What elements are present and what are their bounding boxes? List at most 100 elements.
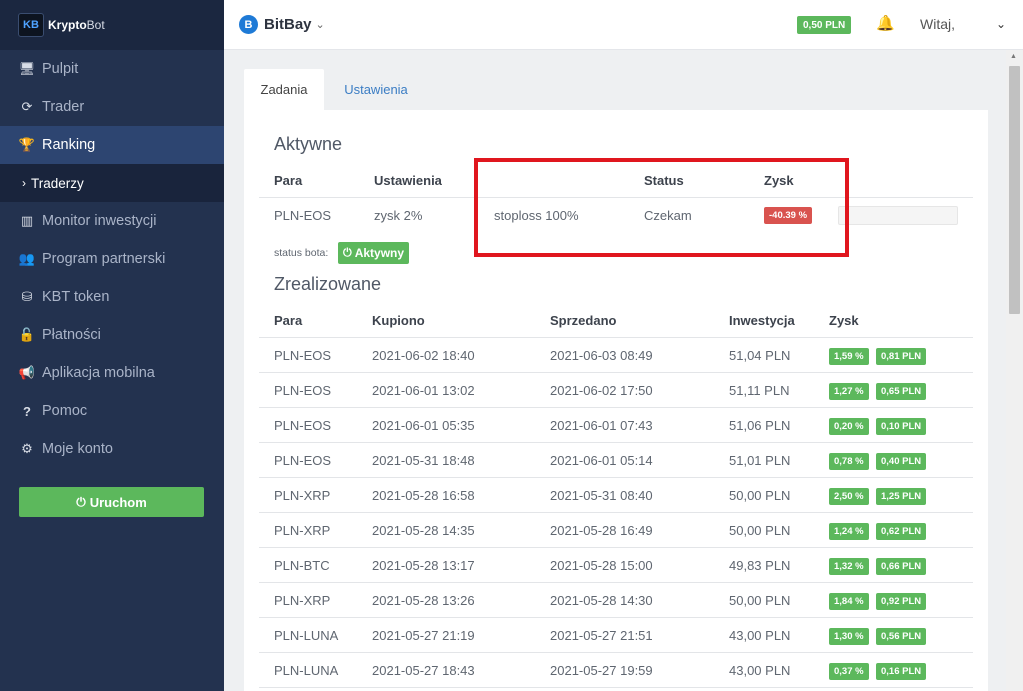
active-settings: zysk 2% <box>374 208 423 223</box>
col-header-investment: Inwestycja <box>729 313 795 328</box>
brand-name: KryptoBot <box>48 18 105 32</box>
cell-sold: 2021-05-31 08:40 <box>550 488 653 503</box>
chevron-down-icon: ⌄ <box>315 19 325 31</box>
cell-investment: 49,83 PLN <box>729 558 791 573</box>
col-header-profit: Zysk <box>829 313 859 328</box>
profit-amount-badge: 0,92 PLN <box>876 593 927 610</box>
profit-amount-badge: 0,10 PLN <box>876 418 927 435</box>
row-divider <box>259 407 973 408</box>
row-divider <box>259 687 973 688</box>
active-pair: PLN-EOS <box>274 208 332 223</box>
profit-percent-badge: 0,37 % <box>829 663 869 680</box>
divider <box>259 337 973 338</box>
cell-sold: 2021-06-01 05:14 <box>550 453 653 468</box>
start-button[interactable]: ⏻ Uruchom <box>19 487 204 517</box>
profit-percent-badge: 1,24 % <box>829 523 869 540</box>
bullhorn-icon: 📢 <box>18 365 36 380</box>
row-divider <box>259 512 973 513</box>
cell-sold: 2021-05-28 16:49 <box>550 523 653 538</box>
cell-bought: 2021-05-28 16:58 <box>372 488 475 503</box>
cell-bought: 2021-05-31 18:48 <box>372 453 475 468</box>
active-progress-bar <box>838 206 958 225</box>
balance-badge[interactable]: 0,50 PLN <box>797 16 852 34</box>
cogs-icon: ⚙ <box>21 441 33 456</box>
bot-status-button[interactable]: ⏻ Aktywny <box>338 242 410 264</box>
profit-percent-badge: 1,27 % <box>829 383 869 400</box>
sidebar-item-ranking[interactable]: 🏆 Ranking <box>0 126 224 164</box>
sidebar-subitem-traderzy[interactable]: › Traderzy <box>0 164 224 202</box>
profit-amount-badge: 0,65 PLN <box>876 383 927 400</box>
cell-investment: 50,00 PLN <box>729 488 791 503</box>
cell-pair: PLN-BTC <box>274 558 330 573</box>
profit-percent-badge: 1,30 % <box>829 628 869 645</box>
cell-pair: PLN-EOS <box>274 383 332 398</box>
profit-amount-badge: 0,66 PLN <box>876 558 927 575</box>
active-title: Aktywne <box>274 134 343 154</box>
sidebar-item-label: Program partnerski <box>42 251 166 267</box>
cell-pair: PLN-EOS <box>274 453 332 468</box>
cell-sold: 2021-06-01 07:43 <box>550 418 653 433</box>
cell-pair: PLN-LUNA <box>274 628 339 643</box>
cell-pair: PLN-LUNA <box>274 663 339 678</box>
monitor-icon: 🖥 <box>18 61 36 76</box>
cell-bought: 2021-05-27 18:43 <box>372 663 475 678</box>
exchange-selector[interactable]: B BitBay ⌄ <box>239 15 325 34</box>
sidebar-item-partner[interactable]: 👥 Program partnerski <box>0 240 224 278</box>
row-divider <box>259 547 973 548</box>
profit-amount-badge: 0,40 PLN <box>876 453 927 470</box>
cell-sold: 2021-06-03 08:49 <box>550 348 653 363</box>
scrollbar-thumb[interactable] <box>1009 66 1020 314</box>
sidebar-item-label: Trader <box>42 99 85 115</box>
cell-pair: PLN-XRP <box>274 523 331 538</box>
brand[interactable]: KB KryptoBot <box>0 0 224 50</box>
cell-sold: 2021-05-27 19:59 <box>550 663 653 678</box>
cell-investment: 50,00 PLN <box>729 523 791 538</box>
profit-percent-badge: 1,32 % <box>829 558 869 575</box>
trophy-icon: 🏆 <box>18 137 36 152</box>
user-greeting[interactable]: Witaj, <box>920 16 955 32</box>
profit-amount-badge: 0,16 PLN <box>876 663 927 680</box>
cell-bought: 2021-06-02 18:40 <box>372 348 475 363</box>
sidebar-item-pulpit[interactable]: 🖥 Pulpit <box>0 50 224 88</box>
cell-bought: 2021-06-01 13:02 <box>372 383 475 398</box>
sidebar-item-label: Monitor inwestycji <box>42 213 157 229</box>
chevron-down-icon[interactable]: ⌄ <box>996 17 1006 31</box>
cell-bought: 2021-05-28 13:26 <box>372 593 475 608</box>
sidebar-item-label: Pomoc <box>42 403 88 419</box>
sidebar-item-monitor[interactable]: ▥ Monitor inwestycji <box>0 202 224 240</box>
bell-icon[interactable]: 🔔 <box>876 14 895 32</box>
tab-zadania[interactable]: Zadania <box>244 69 324 110</box>
sidebar-item-mobile[interactable]: 📢 Aplikacja mobilna <box>0 354 224 392</box>
sidebar-item-account[interactable]: ⚙ Moje konto <box>0 430 224 468</box>
profit-amount-badge: 1,25 PLN <box>876 488 927 505</box>
sidebar-nav: 🖥 Pulpit ⟳ Trader 🏆 Ranking › Traderzy ▥ Moni… <box>0 50 224 468</box>
bot-status-label: status bota: <box>274 247 329 259</box>
tab-ustawienia[interactable]: Ustawienia <box>330 69 422 110</box>
sidebar-item-help[interactable]: ? Pomoc <box>0 392 224 430</box>
cell-investment: 43,00 PLN <box>729 628 791 643</box>
kryptobot-logo-icon: KB <box>18 13 44 37</box>
scroll-up-arrow-icon[interactable]: ▲ <box>1010 53 1017 60</box>
col-header-pair: Para <box>274 173 303 188</box>
profit-percent-badge: 0,20 % <box>829 418 869 435</box>
row-divider <box>259 582 973 583</box>
sidebar-item-label: Moje konto <box>42 441 113 457</box>
cell-sold: 2021-06-02 17:50 <box>550 383 653 398</box>
power-icon: ⏻ <box>76 494 86 509</box>
power-icon: ⏻ <box>343 246 352 259</box>
sidebar-item-kbt[interactable]: ⛁ KBT token <box>0 278 224 316</box>
row-divider <box>259 617 973 618</box>
sidebar-item-trader[interactable]: ⟳ Trader <box>0 88 224 126</box>
row-divider <box>259 477 973 478</box>
sidebar-item-label: Aplikacja mobilna <box>42 365 155 381</box>
profit-amount-badge: 0,81 PLN <box>876 348 927 365</box>
cell-pair: PLN-XRP <box>274 593 331 608</box>
cell-pair: PLN-XRP <box>274 488 331 503</box>
col-header-pair: Para <box>274 313 303 328</box>
cell-investment: 51,06 PLN <box>729 418 791 433</box>
sidebar-item-label: Ranking <box>42 137 96 153</box>
cell-investment: 51,11 PLN <box>729 383 790 398</box>
sidebar: KB KryptoBot 🖥 Pulpit ⟳ Trader 🏆 Ranking › T… <box>0 0 224 691</box>
sidebar-subitem-label: Traderzy <box>31 175 84 191</box>
sidebar-item-payments[interactable]: 🔓 Płatności <box>0 316 224 354</box>
